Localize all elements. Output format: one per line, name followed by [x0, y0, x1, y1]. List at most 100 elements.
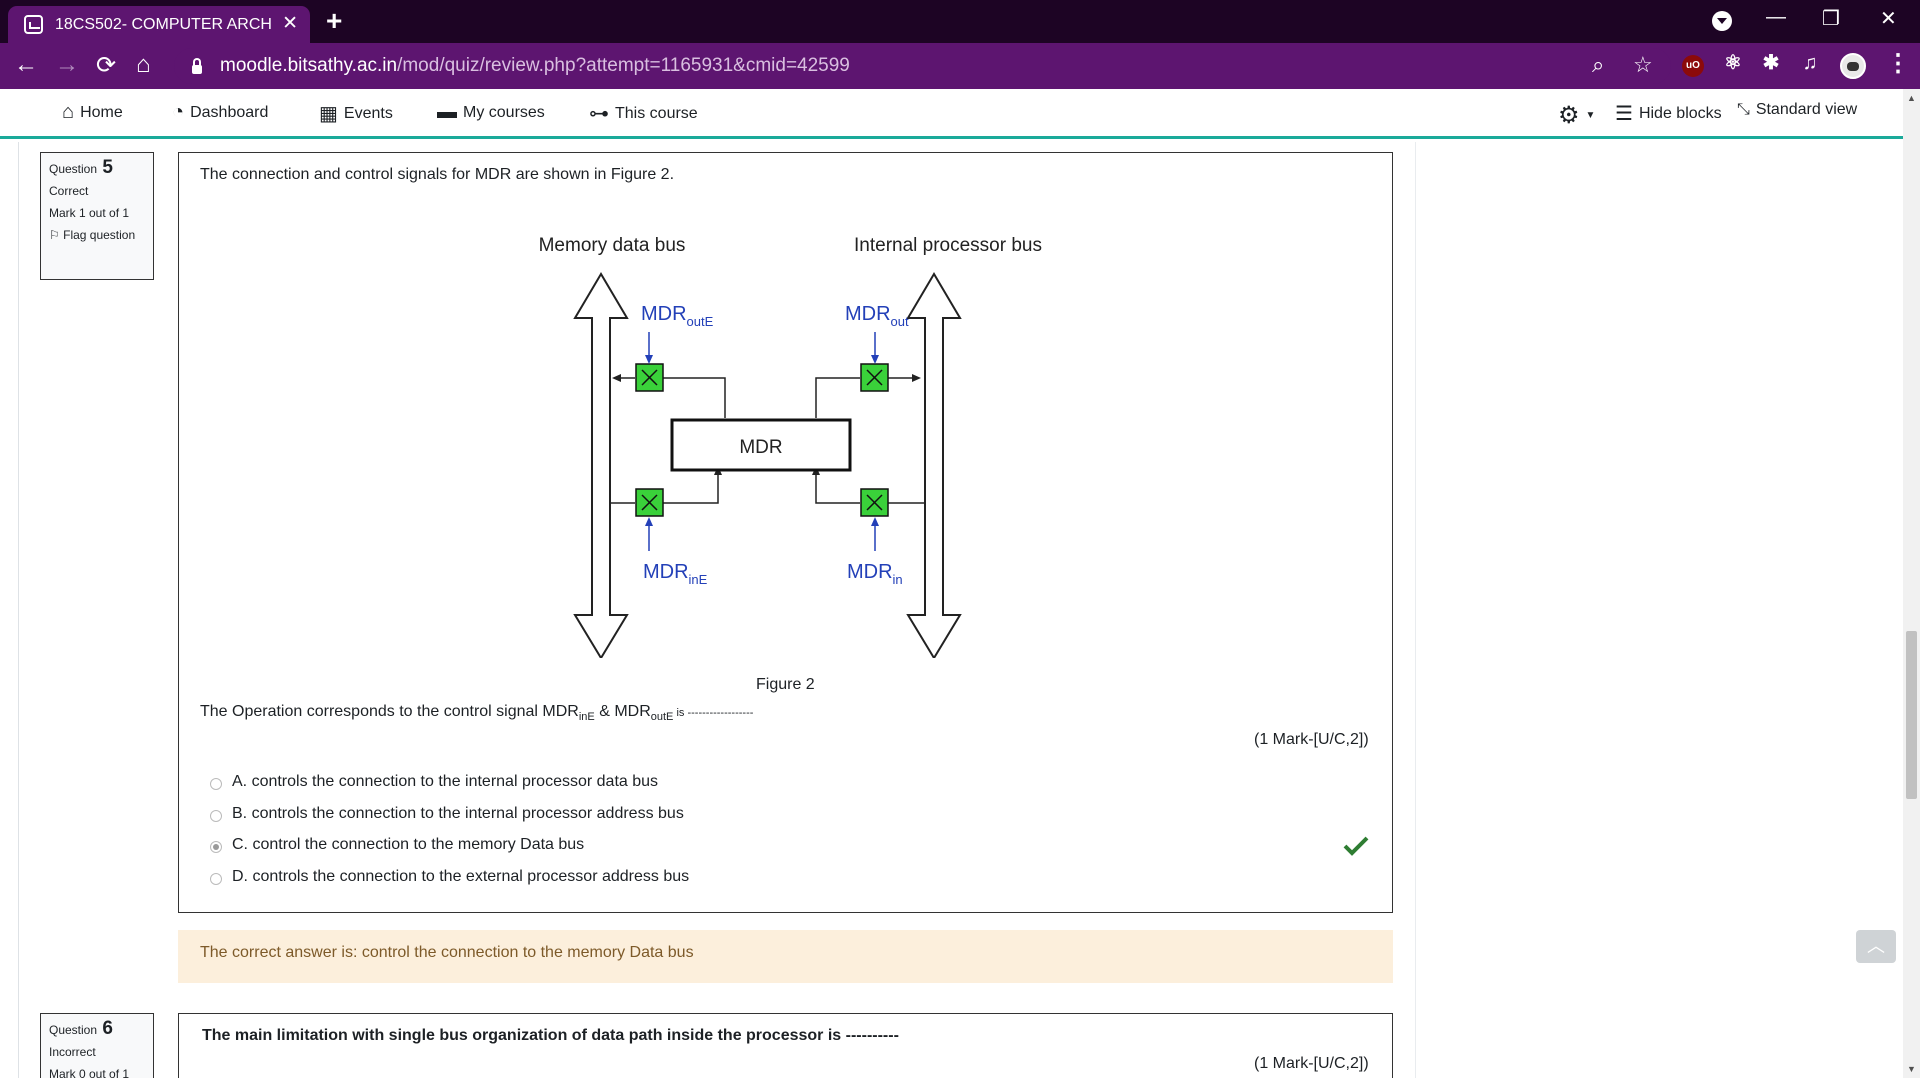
new-tab-button[interactable]: + — [326, 5, 342, 37]
question-6-number: Question 6 — [49, 1018, 113, 1039]
signal-mdr-inE: MDRinE — [643, 561, 708, 587]
bookmark-star-icon[interactable]: ☆ — [1633, 52, 1653, 78]
minimize-button[interactable]: — — [1766, 6, 1786, 29]
region-divider — [1415, 142, 1416, 1078]
signal-mdr-outE: MDRoutE — [641, 303, 714, 329]
tab-search-icon[interactable] — [1712, 11, 1732, 31]
url-path: /mod/quiz/review.php?attempt=1165931&cmi… — [397, 55, 850, 76]
answer-option-b[interactable]: B. controls the connection to the intern… — [210, 805, 684, 823]
nav-my-courses-label: My courses — [463, 103, 545, 121]
signal-mdr-in: MDRin — [847, 561, 903, 587]
moodle-favicon-icon — [24, 15, 43, 34]
question-6-state: Incorrect — [49, 1045, 96, 1059]
back-to-top-button[interactable]: ︿ — [1856, 930, 1896, 963]
figure-caption: Figure 2 — [756, 676, 815, 693]
memory-bus-label: Memory data bus — [539, 235, 686, 256]
nav-my-courses[interactable]: ▬ My courses — [437, 101, 545, 124]
question-5-intro: The connection and control signals for M… — [200, 166, 675, 183]
answer-option-d[interactable]: D. controls the connection to the extern… — [210, 868, 689, 886]
flag-icon: ⚐ — [49, 228, 60, 242]
scroll-up-arrow-icon[interactable]: ▲ — [1907, 93, 1916, 103]
answer-option-c[interactable]: C. control the connection to the memory … — [210, 836, 584, 854]
standard-view-button[interactable]: ⤡ Standard view — [1737, 101, 1857, 119]
dashboard-gauge-icon: ◔ — [172, 101, 185, 123]
correct-answer-feedback: The correct answer is: control the conne… — [178, 930, 1393, 983]
question-6-mark: Mark 0 out of 1 — [49, 1067, 130, 1078]
chevron-up-icon: ︿ — [1867, 936, 1885, 956]
react-devtools-extension-icon[interactable]: ⚛ — [1722, 52, 1744, 74]
restore-button[interactable]: ❐ — [1822, 6, 1840, 31]
reload-icon[interactable]: ⟳ — [96, 51, 116, 80]
zoom-icon[interactable]: ⌕ — [1592, 52, 1604, 78]
correct-check-icon — [1343, 836, 1369, 856]
home-nav-icon: ⌂ — [62, 101, 75, 123]
left-border — [18, 142, 19, 1078]
gear-icon: ⚙ — [1558, 102, 1580, 129]
tab-title: 18CS502- COMPUTER ARCHITEC — [55, 15, 273, 33]
browser-toolbar: ← → ⟳ ⌂ moodle.bitsathy.ac.in /mod/quiz/… — [0, 43, 1920, 89]
caret-down-icon: ▼ — [1585, 110, 1596, 121]
moodle-navbar: ⌂ Home ◔ Dashboard ▦ Events ▬ My courses… — [0, 89, 1903, 139]
question-6-marks: (1 Mark-[U/C,2]) — [1254, 1055, 1369, 1072]
question-5-info: Question 5 Correct Mark 1 out of 1 ⚐ Fla… — [40, 152, 154, 280]
flag-question-label: Flag question — [63, 228, 136, 242]
nav-home[interactable]: ⌂ Home — [62, 101, 123, 124]
ublock-extension-icon[interactable]: uO — [1682, 55, 1704, 77]
lock-icon — [192, 57, 202, 74]
sitemap-icon: ⊶ — [589, 103, 609, 125]
option-b-radio[interactable] — [210, 810, 222, 822]
answer-option-a[interactable]: A. controls the connection to the intern… — [210, 773, 658, 791]
nav-this-course[interactable]: ⊶ This course — [589, 101, 698, 126]
extensions-puzzle-icon[interactable]: ✱ — [1760, 52, 1782, 74]
question-6-info: Question 6 Incorrect Mark 0 out of 1 — [40, 1013, 154, 1078]
browser-tab[interactable]: 18CS502- COMPUTER ARCHITEC ✕ — [8, 6, 310, 43]
window-close-button[interactable]: ✕ — [1880, 6, 1897, 31]
question-6-content — [178, 1013, 1393, 1078]
hide-blocks-button[interactable]: ☰ Hide blocks — [1615, 101, 1722, 126]
hide-blocks-label: Hide blocks — [1638, 104, 1722, 122]
page-scrollbar[interactable]: ▲ ▼ — [1903, 89, 1920, 1078]
compress-icon: ⤡ — [1737, 101, 1750, 118]
memory-data-bus-arrow — [573, 272, 629, 658]
browser-tab-bar: 18CS502- COMPUTER ARCHITEC ✕ + — ❐ ✕ — [0, 0, 1920, 43]
nav-events-label: Events — [343, 104, 393, 122]
option-c-label: C. control the connection to the memory … — [232, 836, 585, 853]
nav-dashboard[interactable]: ◔ Dashboard — [172, 101, 268, 124]
option-a-label: A. controls the connection to the intern… — [232, 773, 659, 790]
forward-icon[interactable]: → — [55, 51, 79, 79]
question-5-number: Question 5 — [49, 157, 113, 178]
option-d-label: D. controls the connection to the extern… — [232, 868, 690, 885]
mdr-register-label: MDR — [739, 437, 782, 458]
settings-menu[interactable]: ⚙ ▼ — [1558, 101, 1595, 130]
back-icon[interactable]: ← — [14, 51, 38, 79]
internal-bus-label: Internal processor bus — [854, 235, 1042, 256]
media-control-icon[interactable]: ♫ — [1799, 52, 1821, 74]
calendar-icon: ▦ — [319, 103, 338, 125]
question-5-prompt: The Operation corresponds to the control… — [200, 703, 754, 724]
option-a-radio[interactable] — [210, 778, 222, 790]
nav-home-label: Home — [80, 103, 123, 121]
briefcase-icon: ▬ — [437, 101, 457, 123]
question-5-state: Correct — [49, 184, 89, 198]
standard-view-label: Standard view — [1755, 101, 1858, 118]
nav-this-course-label: This course — [615, 104, 698, 122]
flag-question-link[interactable]: ⚐ Flag question — [49, 228, 145, 242]
close-tab-icon[interactable]: ✕ — [282, 12, 298, 35]
profile-avatar[interactable] — [1840, 53, 1866, 79]
list-icon: ☰ — [1615, 103, 1633, 125]
option-b-label: B. controls the connection to the intern… — [232, 805, 684, 822]
url-host: moodle.bitsathy.ac.in — [220, 55, 398, 76]
nav-dashboard-label: Dashboard — [190, 103, 269, 121]
question-6-text: The main limitation with single bus orga… — [202, 1027, 899, 1044]
browser-menu-icon[interactable]: ⋮ — [1886, 49, 1910, 78]
address-bar[interactable]: moodle.bitsathy.ac.in /mod/quiz/review.p… — [174, 48, 1671, 84]
internal-processor-bus-arrow — [906, 272, 962, 658]
signal-mdr-out: MDRout — [845, 303, 909, 329]
mdr-diagram: Memory data bus Internal processor bus M… — [539, 235, 1042, 658]
option-c-radio[interactable] — [210, 841, 222, 853]
scroll-down-arrow-icon[interactable]: ▼ — [1907, 1064, 1916, 1074]
scrollbar-thumb[interactable] — [1906, 631, 1917, 799]
option-d-radio[interactable] — [210, 873, 222, 885]
nav-events[interactable]: ▦ Events — [319, 101, 393, 126]
home-icon[interactable]: ⌂ — [136, 51, 151, 79]
